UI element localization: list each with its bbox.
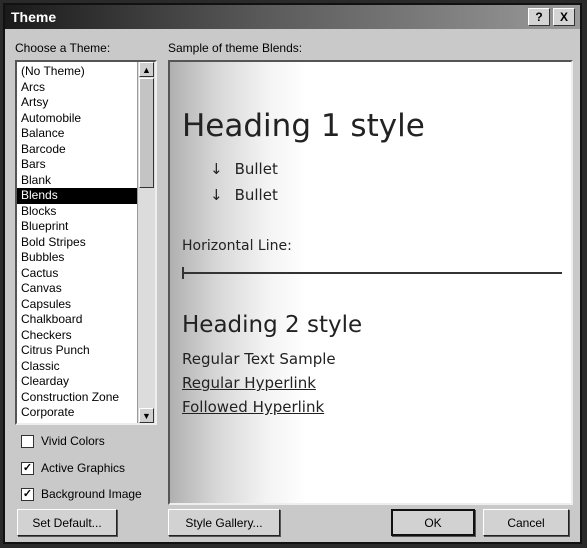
theme-list-item[interactable]: Blends: [17, 188, 137, 204]
dialog-title: Theme: [11, 9, 57, 25]
close-button[interactable]: X: [553, 8, 575, 26]
regular-text-sample: Regular Text Sample: [182, 350, 336, 368]
title-bar-buttons: ? X: [528, 8, 575, 26]
theme-list-item[interactable]: Artsy: [17, 95, 137, 111]
theme-list-item[interactable]: Canvas: [17, 281, 137, 297]
theme-list-scrollbar[interactable]: ▲ ▼: [137, 62, 155, 423]
scroll-thumb[interactable]: [139, 78, 154, 188]
theme-list-item[interactable]: Arcs: [17, 80, 137, 96]
theme-list-item[interactable]: Blocks: [17, 204, 137, 220]
theme-listbox[interactable]: (No Theme) Arcs Artsy Automobile Balance Barc…: [15, 60, 157, 425]
sample-label: Sample of theme Blends:: [168, 41, 303, 55]
theme-list-item[interactable]: Capsules: [17, 297, 137, 313]
active-graphics-label: Active Graphics: [41, 461, 126, 475]
theme-list-item[interactable]: (No Theme): [17, 64, 137, 80]
background-image-checkbox[interactable]: ✓ Background Image: [21, 487, 142, 501]
background-image-box[interactable]: ✓: [21, 487, 34, 501]
theme-list-item[interactable]: Blueprint: [17, 219, 137, 235]
bullet-text: Bullet: [234, 186, 278, 204]
horizontal-line-sample: [182, 272, 562, 274]
set-default-button[interactable]: Set Default...: [17, 509, 117, 536]
theme-list-item[interactable]: Automobile: [17, 111, 137, 127]
theme-dialog: Theme ? X Choose a Theme: Sample of them…: [3, 3, 582, 544]
bullet-arrow-icon: ↓: [210, 160, 223, 178]
scroll-up-button[interactable]: ▲: [139, 62, 154, 77]
style-gallery-button[interactable]: Style Gallery...: [168, 509, 280, 536]
cancel-button[interactable]: Cancel: [483, 509, 569, 536]
vivid-colors-label: Vivid Colors: [41, 434, 105, 448]
choose-theme-label: Choose a Theme:: [15, 41, 111, 55]
theme-list-item[interactable]: Cactus: [17, 266, 137, 282]
theme-list: (No Theme) Arcs Artsy Automobile Balance Barc…: [17, 64, 137, 421]
theme-list-item[interactable]: Bold Stripes: [17, 235, 137, 251]
ok-button[interactable]: OK: [391, 509, 475, 536]
vivid-colors-checkbox[interactable]: Vivid Colors: [21, 434, 105, 448]
bullet-item: ↓ Bullet: [210, 186, 278, 204]
theme-list-item[interactable]: Citrus Punch: [17, 343, 137, 359]
theme-list-item[interactable]: Clearday: [17, 374, 137, 390]
theme-list-item[interactable]: Bubbles: [17, 250, 137, 266]
bullet-text: Bullet: [234, 160, 278, 178]
theme-list-item[interactable]: Blank: [17, 173, 137, 189]
bullet-item: ↓ Bullet: [210, 160, 278, 178]
scroll-down-button[interactable]: ▼: [139, 408, 154, 423]
regular-hyperlink-sample[interactable]: Regular Hyperlink: [182, 374, 316, 392]
theme-list-item[interactable]: Bars: [17, 157, 137, 173]
theme-list-item[interactable]: Corporate: [17, 405, 137, 421]
title-bar: Theme ? X: [5, 5, 580, 29]
heading1-sample: Heading 1 style: [182, 108, 425, 144]
horizontal-line-label: Horizontal Line:: [182, 238, 292, 254]
help-button[interactable]: ?: [528, 8, 550, 26]
background-image-label: Background Image: [41, 487, 142, 501]
active-graphics-box[interactable]: ✓: [21, 461, 34, 475]
theme-list-item[interactable]: Checkers: [17, 328, 137, 344]
theme-list-item[interactable]: Classic: [17, 359, 137, 375]
vivid-colors-box[interactable]: [21, 434, 34, 448]
theme-list-item[interactable]: Chalkboard: [17, 312, 137, 328]
theme-preview: Heading 1 style ↓ Bullet ↓ Bullet Horizo…: [168, 60, 573, 505]
bullet-arrow-icon: ↓: [210, 186, 223, 204]
theme-list-item[interactable]: Construction Zone: [17, 390, 137, 406]
heading2-sample: Heading 2 style: [182, 312, 363, 338]
theme-list-item[interactable]: Balance: [17, 126, 137, 142]
theme-list-item[interactable]: Barcode: [17, 142, 137, 158]
active-graphics-checkbox[interactable]: ✓ Active Graphics: [21, 461, 125, 475]
followed-hyperlink-sample[interactable]: Followed Hyperlink: [182, 398, 324, 416]
